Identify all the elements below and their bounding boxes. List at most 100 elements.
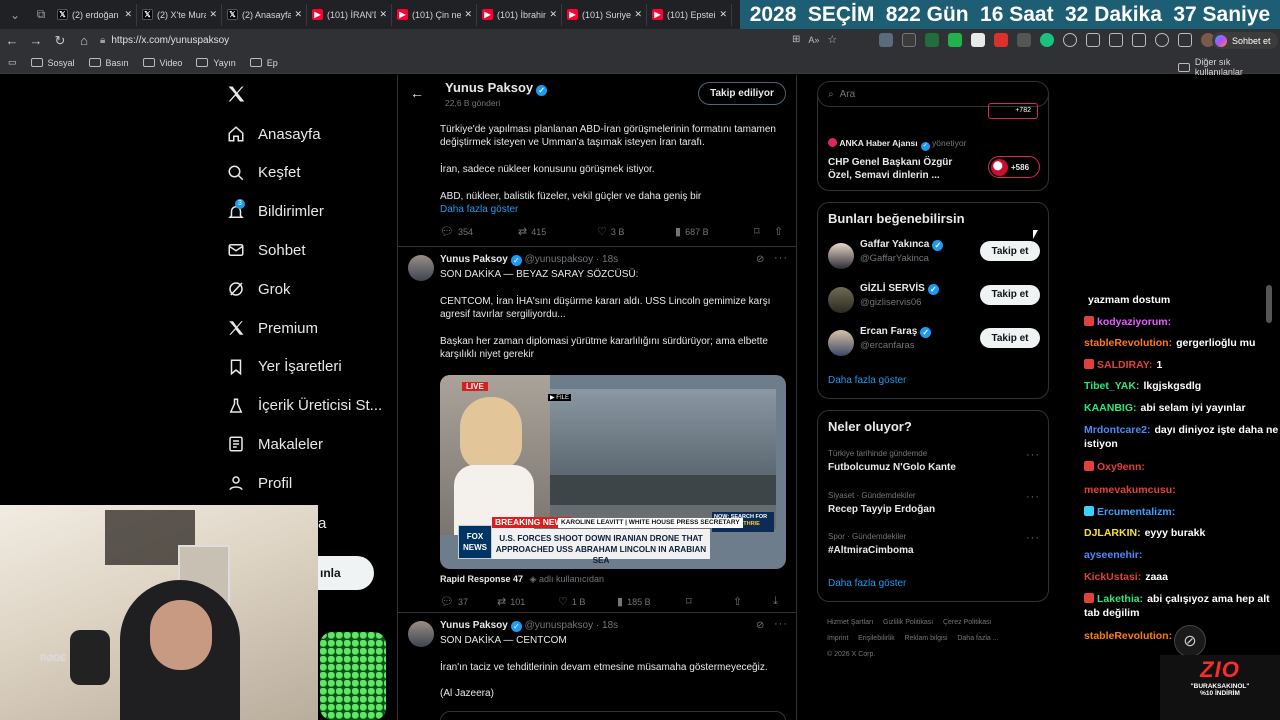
bookmark-button[interactable]: ⌑ — [686, 595, 696, 608]
browser-tab[interactable]: ▶ (101) İbrahim ✕ — [478, 3, 562, 26]
news-title[interactable]: CHP Genel Başkanı Özgür Özel, Semavi dinl… — [828, 156, 952, 182]
tweet-video[interactable]: LIVE ▶ FILE NOW: SEARCH FORNANCY GUTHRIE… — [440, 375, 786, 569]
reply-button[interactable]: 💬︎ 354 — [440, 225, 473, 238]
browser-tab[interactable]: 𝕏 (2) X'te Mura ✕ — [138, 3, 222, 26]
video-source[interactable]: Rapid Response 47 ◈ adlı kullanıcıdan — [440, 574, 604, 585]
footer-link[interactable]: Imprint — [827, 635, 848, 642]
extension-icon[interactable] — [902, 33, 916, 47]
extension-icon[interactable] — [1017, 33, 1031, 47]
reply-button[interactable]: 💬︎ 37 — [440, 595, 468, 608]
like-button[interactable]: ♡ 3 B — [597, 225, 624, 238]
close-tab-icon[interactable]: ✕ — [209, 9, 217, 20]
close-tab-icon[interactable]: ✕ — [464, 9, 472, 20]
nav-item-7[interactable]: İçerik Üreticisi St... — [226, 391, 382, 421]
browser-tab[interactable]: ▶ (101) Suriye ✕ — [563, 3, 647, 26]
bookmark-folder[interactable]: Sosyal — [30, 58, 75, 68]
footer-link[interactable]: Gizlilik Politikası — [883, 619, 933, 626]
extension-icon[interactable] — [925, 33, 939, 47]
other-favorites-folder[interactable]: Diğer sık kullanılanlar — [1178, 57, 1280, 77]
back-arrow-icon[interactable]: ← — [410, 85, 424, 101]
tweet[interactable]: Yunus Paksoy ✓ @yunuspaksoy · 18s ⊘ ··· S… — [398, 612, 796, 720]
more-options-icon[interactable]: ··· — [774, 618, 788, 630]
tweet[interactable]: Türkiye'de yapılması planlanan ABD-İran … — [398, 115, 796, 246]
close-tab-icon[interactable]: ✕ — [549, 9, 557, 20]
suggested-account[interactable]: Gaffar Yakınca ✓ @GaffarYakinca Takip et — [818, 239, 1048, 279]
nav-item-5[interactable]: Premium — [226, 313, 318, 343]
follow-button[interactable]: Takip et — [980, 328, 1040, 348]
follow-button[interactable]: Takip et — [980, 284, 1040, 305]
browser-tab[interactable]: 𝕏 (2) erdoğan ✕ — [53, 3, 137, 26]
extension-icon[interactable] — [948, 33, 962, 47]
close-tab-icon[interactable]: ✕ — [294, 9, 302, 20]
share-button[interactable]: ⇧ — [774, 225, 787, 238]
following-button[interactable]: Takip ediliyor — [698, 82, 786, 105]
copilot-chat-button[interactable]: Sohbet et — [1212, 32, 1278, 49]
avatar[interactable] — [828, 286, 854, 313]
avatar[interactable] — [408, 255, 434, 281]
grok-floating-icon[interactable]: ⊘ — [1174, 625, 1206, 657]
browser-tab[interactable]: ▶ (101) Çin ne ✕ — [393, 3, 477, 26]
trend-item[interactable]: Siyaset · Gündemdekiler Recep Tayyip Erdo… — [818, 491, 1048, 525]
favorites-icon[interactable] — [1109, 33, 1123, 47]
like-button[interactable]: ♡ 1 B — [558, 595, 585, 608]
bookmark-button[interactable]: ⌑ — [754, 225, 764, 238]
more-menu-fragment[interactable]: a — [318, 515, 326, 532]
tweet-media-preview[interactable] — [440, 711, 786, 720]
back-icon[interactable]: ← — [0, 29, 24, 52]
nav-item-9[interactable]: Profil — [226, 468, 292, 498]
read-aloud-icon[interactable]: A» — [808, 35, 819, 45]
close-tab-icon[interactable]: ✕ — [124, 9, 132, 20]
suggested-account[interactable]: Ercan Faraş ✓ @ercanfaras Takip et — [818, 326, 1048, 366]
extension-icon[interactable] — [971, 33, 985, 47]
views-button[interactable]: ▮ 687 B — [675, 225, 709, 238]
show-more-link[interactable]: Daha fazla göster — [440, 203, 785, 216]
app-icon[interactable]: ⊞ — [792, 34, 800, 45]
tweet[interactable]: Yunus Paksoy ✓ @yunuspaksoy · 18s ⊘ ··· S… — [398, 246, 796, 612]
heart-icon[interactable] — [1155, 33, 1169, 47]
bookmark-folder[interactable]: Basın — [88, 58, 129, 68]
collections-icon[interactable] — [1132, 33, 1146, 47]
close-tab-icon[interactable]: ✕ — [379, 9, 387, 20]
tweet-author[interactable]: Yunus Paksoy ✓ @yunuspaksoy · 18s — [440, 620, 618, 632]
x-logo-icon[interactable] — [226, 84, 246, 104]
trend-item[interactable]: Türkiye tarihinde gündemde Futbolcumuz N'… — [818, 449, 1048, 483]
split-screen-icon[interactable] — [1086, 33, 1100, 47]
views-button[interactable]: ▮ 185 B — [617, 595, 651, 608]
download-button[interactable]: ⤓ — [773, 595, 782, 608]
footer-link[interactable]: Daha fazla ... — [957, 635, 998, 642]
post-button[interactable]: ınla — [318, 556, 374, 590]
nav-item-3[interactable]: Sohbet — [226, 235, 306, 265]
grok-icon[interactable]: ⊘ — [756, 254, 764, 265]
more-options-icon[interactable]: ··· — [1026, 491, 1040, 503]
footer-link[interactable]: Hizmet Şartları — [827, 619, 873, 626]
share-button[interactable]: ⇧ — [733, 595, 746, 608]
repost-button[interactable]: ⇄ 415 — [518, 225, 546, 238]
extension-icon[interactable] — [1063, 33, 1077, 47]
suggested-account[interactable]: GİZLİ SERVİS ✓ @gizliservis06 Takip et — [818, 283, 1048, 323]
close-tab-icon[interactable]: ✕ — [719, 9, 727, 20]
more-options-icon[interactable]: ··· — [1026, 532, 1040, 544]
downloads-icon[interactable] — [1178, 33, 1192, 47]
footer-link[interactable]: Erişilebilirlik — [858, 635, 895, 642]
tweet-author[interactable]: Yunus Paksoy ✓ @yunuspaksoy · 18s — [440, 254, 618, 266]
show-more-link[interactable]: Daha fazla göster — [828, 578, 906, 589]
close-tab-icon[interactable]: ✕ — [634, 9, 642, 20]
bookmark-folder[interactable]: Yayın — [196, 58, 236, 68]
url-field[interactable]: 🔒︎ https://x.com/yunuspaksoy — [100, 31, 840, 50]
footer-link[interactable]: Reklam bilgisi — [904, 635, 947, 642]
nav-item-2[interactable]: 3 Bildirimler — [226, 197, 324, 227]
follow-button[interactable]: Takip et — [980, 241, 1040, 261]
reading-list-icon[interactable]: ▭ — [8, 57, 17, 68]
favorite-star-icon[interactable]: ☆ — [827, 33, 837, 46]
browser-tab[interactable]: ▶ (101) İRAN'D ✕ — [308, 3, 392, 26]
extension-icon[interactable] — [994, 33, 1008, 47]
forward-icon[interactable]: → — [24, 29, 48, 52]
grok-icon[interactable]: ⊘ — [756, 620, 764, 631]
extension-icon[interactable] — [879, 33, 893, 47]
workspaces-icon[interactable]: ⧉ — [30, 4, 52, 26]
home-button-icon[interactable]: ⌂ — [72, 29, 96, 52]
more-options-icon[interactable]: ··· — [774, 252, 788, 264]
show-more-link[interactable]: Daha fazla göster — [828, 375, 906, 386]
nav-item-8[interactable]: Makaleler — [226, 429, 323, 459]
nav-item-0[interactable]: Anasayfa — [226, 119, 321, 149]
